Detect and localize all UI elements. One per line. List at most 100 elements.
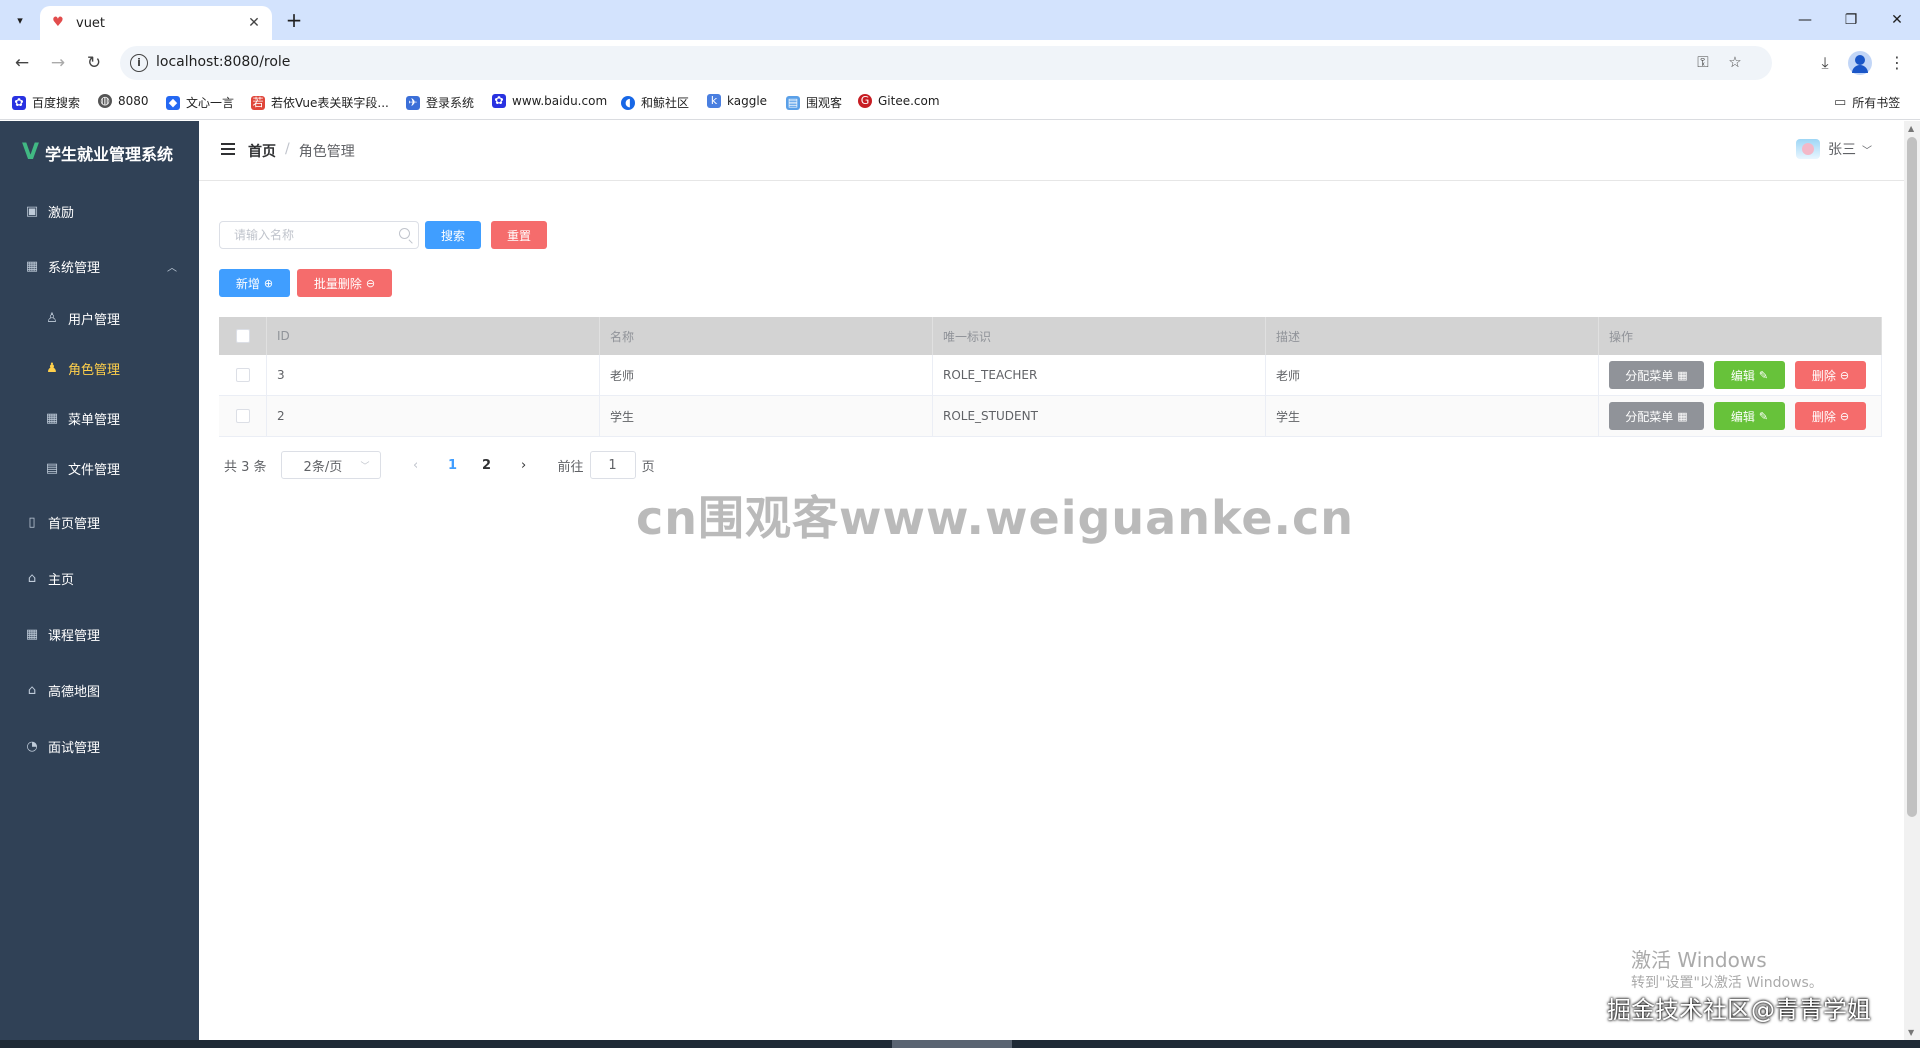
chevron-up-icon: ︿ [167,262,177,274]
password-key-icon[interactable]: ⚿ [1692,53,1714,73]
delete-button[interactable]: 删除 ⊖ [1795,402,1866,430]
sidebar-item-users[interactable]: ♙ 用户管理 [0,293,199,343]
menu-grid-icon: ▦ [1677,368,1688,382]
prev-page-icon[interactable]: ‹ [401,458,431,473]
bookmark-item[interactable]: G Gitee.com [858,94,940,108]
download-icon[interactable]: ⤓ [1812,50,1838,76]
chart-icon: ▣ [25,203,39,219]
forward-icon[interactable]: → [44,49,72,77]
search-input[interactable] [220,222,390,248]
minimize-icon[interactable]: — [1782,0,1828,40]
more-menu-icon[interactable]: ⋮ [1884,50,1910,76]
tab-search-chevron-icon[interactable]: ▾ [8,8,32,32]
sidebar-item-incentive[interactable]: ▣ 激励 [0,186,199,236]
ruoyi-icon: 若 [251,95,265,110]
bookmark-item[interactable]: ▤ 围观客 [786,94,842,111]
assign-menu-button[interactable]: 分配菜单 ▦ [1609,402,1704,430]
close-window-icon[interactable]: ✕ [1874,0,1920,40]
taskbar-item[interactable] [892,1040,1012,1048]
sidebar-item-menus[interactable]: ▦ 菜单管理 [0,393,199,443]
reload-icon[interactable]: ↻ [80,49,108,77]
actions-cell: 分配菜单 ▦ 编辑 ✎ 删除 ⊖ [1599,355,1882,395]
pencil-icon: ✎ [1758,368,1769,382]
site-info-icon[interactable]: i [130,54,148,72]
new-tab-icon[interactable]: + [282,9,306,33]
bookmark-star-icon[interactable]: ☆ [1724,53,1746,73]
brand: V 学生就业管理系统 [22,141,173,165]
page-number-current[interactable]: 1 [438,458,468,473]
bookmark-label: kaggle [727,94,768,108]
sidebar-item-label: 面试管理 [48,740,101,756]
name-cell: 学生 [600,396,933,436]
sidebar-item-roles[interactable]: ♟ 角色管理 [0,343,199,393]
batch-delete-button[interactable]: 批量删除 ⊖ [297,269,392,297]
trash-icon: ▯ [28,514,36,530]
sidebar-item-home-manage[interactable]: ▯ 首页管理 [0,497,199,547]
sidebar-item-courses[interactable]: ▦ 课程管理 [0,609,199,659]
scroll-up-icon[interactable]: ▲ [1908,124,1914,133]
sidebar-item-label: 激励 [48,205,75,221]
assign-menu-label: 分配菜单 [1625,409,1674,424]
folder-icon: ▭ [1834,95,1847,110]
goto-page-input[interactable]: 1 [589,451,636,479]
brand-title: 学生就业管理系统 [45,145,174,164]
hamburger-icon[interactable] [221,143,235,155]
url-text[interactable]: localhost:8080/role [156,54,290,70]
username: 张三 [1828,142,1856,158]
bookmark-item[interactable]: ◆ 文心一言 [166,94,234,111]
scroll-down-icon[interactable]: ▼ [1908,1028,1914,1037]
select-all-checkbox[interactable] [235,329,250,343]
bookmark-label: 登录系统 [426,96,475,110]
sidebar-item-interview[interactable]: ◔ 面试管理 [0,721,199,771]
sidebar-item-system[interactable]: ▦ 系统管理 ︿ [0,241,199,291]
address-bar[interactable]: i localhost:8080/role ⚿ ☆ [120,46,1772,80]
all-bookmarks[interactable]: ▭ 所有书签 [1834,94,1900,111]
page-scrollbar[interactable]: ▲ ▼ [1904,121,1920,1040]
edit-button[interactable]: 编辑 ✎ [1714,361,1785,389]
sidebar-item-main[interactable]: ⌂ 主页 [0,553,199,603]
profile-avatar-icon[interactable] [1848,51,1872,75]
add-button[interactable]: 新增 ⊕ [219,269,290,297]
bookmark-item[interactable]: ✿ 百度搜索 [12,94,80,111]
total-count: 共 3 条 [224,459,267,475]
row-checkbox[interactable] [235,368,250,382]
paw-icon: ✿ [12,95,26,110]
next-page-icon[interactable]: › [509,458,539,473]
table-header: ID 名称 唯一标识 描述 操作 [219,317,1882,355]
trend-icon: ◔ [26,738,38,754]
reset-button[interactable]: 重置 [491,221,547,249]
page-number[interactable]: 2 [472,458,502,473]
row-checkbox[interactable] [235,409,250,423]
header-checkbox-cell [219,317,267,355]
close-tab-icon[interactable]: ✕ [246,15,262,31]
desc-cell: 老师 [1266,355,1599,395]
bookmark-item[interactable]: ✿ www.baidu.com [492,94,607,108]
gitee-icon: G [858,94,872,108]
circle-plus-icon: ⊕ [263,276,274,290]
restore-icon[interactable]: ❐ [1828,0,1874,40]
bookmark-item[interactable]: ✈ 登录系统 [406,94,474,111]
back-icon[interactable]: ← [8,49,36,77]
delete-button[interactable]: 删除 ⊖ [1795,361,1866,389]
edit-button[interactable]: 编辑 ✎ [1714,402,1785,430]
bookmark-item[interactable]: 若 若依Vue表关联字段... [251,94,389,111]
sidebar-item-map[interactable]: ⌂ 高德地图 [0,665,199,715]
breadcrumb-home[interactable]: 首页 [248,141,276,161]
sidebar-item-files[interactable]: ▤ 文件管理 [0,443,199,493]
table-row: 3 老师 ROLE_TEACHER 老师 分配菜单 ▦ 编辑 ✎ 删除 ⊖ [219,355,1882,396]
user-icon: ♙ [46,310,58,326]
search-field[interactable] [219,221,419,249]
bookmark-item[interactable]: ◍ 8080 [98,94,149,108]
sidebar-item-label: 首页管理 [48,516,101,532]
pagination: 共 3 条 2条/页 ﹀ ‹ 1 2 › 前往 1 页 [219,451,655,479]
search-button[interactable]: 搜索 [425,221,481,249]
user-dropdown[interactable]: 张三 ﹀ [1796,139,1872,159]
browser-tab[interactable]: ♥ vuet ✕ [40,6,272,40]
page-size-select[interactable]: 2条/页 ﹀ [280,451,381,479]
scroll-thumb[interactable] [1907,137,1917,817]
reset-button-label: 重置 [506,228,531,243]
bookmark-item[interactable]: ◖ 和鲸社区 [621,94,689,111]
table-row: 2 学生 ROLE_STUDENT 学生 分配菜单 ▦ 编辑 ✎ 删除 ⊖ [219,396,1882,437]
bookmark-item[interactable]: k kaggle [707,94,767,108]
assign-menu-button[interactable]: 分配菜单 ▦ [1609,361,1704,389]
